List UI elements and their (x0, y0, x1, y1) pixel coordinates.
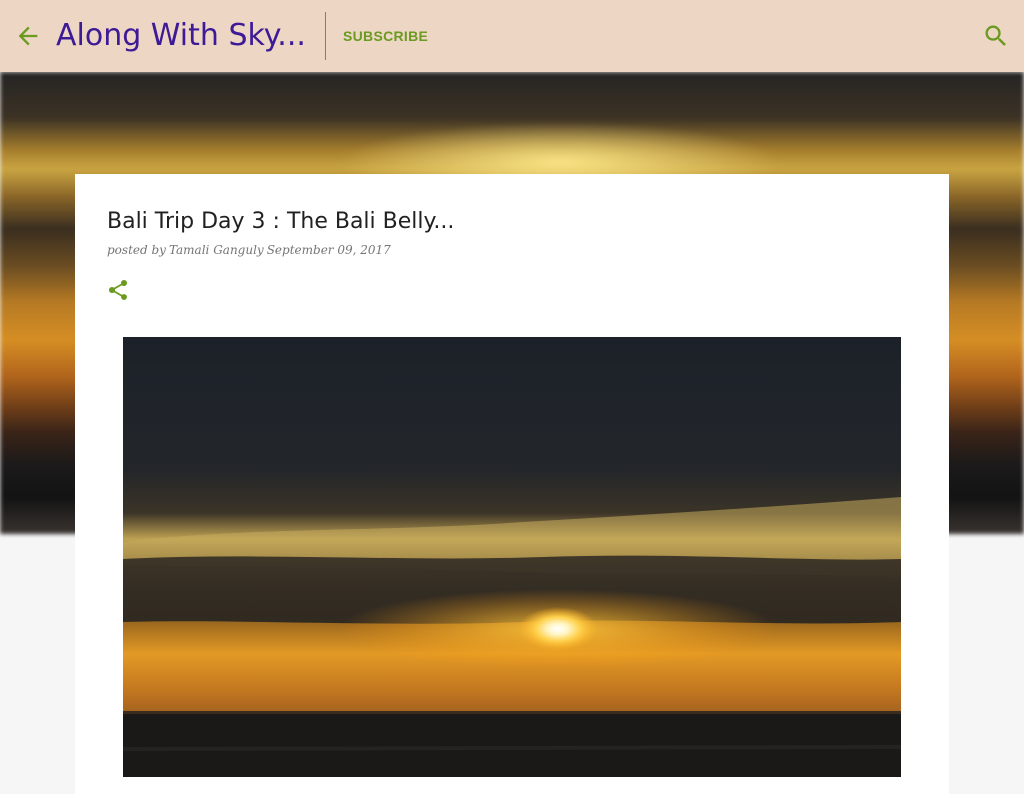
post-title[interactable]: Bali Trip Day 3 : The Bali Belly... (107, 206, 454, 238)
byline-prefix: posted by (107, 243, 166, 257)
header-divider (325, 12, 326, 60)
site-title[interactable]: Along With Sky... (56, 14, 306, 58)
search-icon (985, 25, 1006, 46)
share-icon (108, 279, 128, 300)
subscribe-button[interactable]: SUBSCRIBE (343, 26, 428, 46)
share-button[interactable] (106, 278, 130, 302)
author-link[interactable]: Tamali Ganguly (169, 243, 264, 257)
sunset-photo (123, 337, 901, 777)
search-button[interactable] (982, 22, 1010, 50)
arrow-back-icon (18, 26, 38, 46)
post-image-sunset[interactable] (123, 337, 901, 777)
post-card: Bali Trip Day 3 : The Bali Belly... post… (75, 174, 949, 794)
post-byline: posted by Tamali Ganguly September 09, 201… (107, 242, 394, 258)
top-bar: Along With Sky... SUBSCRIBE (0, 0, 1024, 72)
post-date[interactable]: September 09, 2017 (267, 243, 391, 257)
back-button[interactable] (14, 22, 42, 50)
